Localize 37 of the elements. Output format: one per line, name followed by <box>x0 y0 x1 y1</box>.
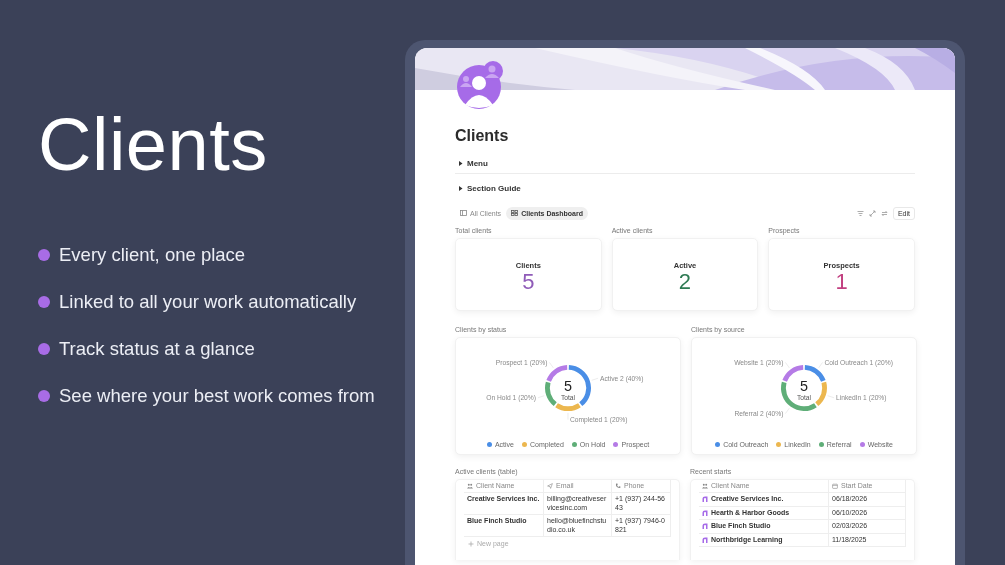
people-icon <box>467 483 473 489</box>
leader-line <box>549 362 554 369</box>
stat-value: 2 <box>678 270 692 294</box>
bullet-dot <box>38 296 50 308</box>
feature-text: Every client, one place <box>59 244 246 266</box>
send-icon <box>547 483 553 489</box>
arch-icon <box>702 496 708 503</box>
stat-value: 1 <box>835 270 848 294</box>
total-value: 5 <box>564 377 572 394</box>
toggle[interactable]: Menu <box>455 154 491 172</box>
bullet-dot <box>38 343 50 355</box>
sort-icon[interactable] <box>880 209 888 217</box>
leader-line <box>818 362 823 369</box>
calendar-icon <box>832 483 838 489</box>
arch-icon <box>702 509 708 516</box>
total-value: 5 <box>800 377 808 394</box>
feature-text: Linked to all your work automatically <box>59 291 357 313</box>
people-icon <box>702 483 708 489</box>
leader-line <box>785 407 790 414</box>
grid-icon <box>511 210 519 216</box>
page-title: Clients <box>455 126 510 146</box>
filter-icon[interactable] <box>856 209 864 217</box>
feature-text: See where your best work comes from <box>59 385 375 407</box>
bullet-dot <box>38 249 50 261</box>
expand-icon[interactable] <box>868 209 876 217</box>
phone-icon <box>615 483 621 489</box>
arch-icon <box>702 523 708 530</box>
toggle[interactable]: Section Guide <box>455 179 524 197</box>
bullet-dot <box>38 390 50 402</box>
plus-icon <box>468 540 474 547</box>
leader-line <box>785 362 790 369</box>
arch-icon <box>702 536 708 543</box>
table-icon <box>460 210 467 216</box>
people-icon <box>457 61 505 109</box>
feature-text: Track status at a glance <box>59 338 255 360</box>
promo-title: Clients <box>38 102 269 188</box>
stat-value: 5 <box>522 270 535 294</box>
